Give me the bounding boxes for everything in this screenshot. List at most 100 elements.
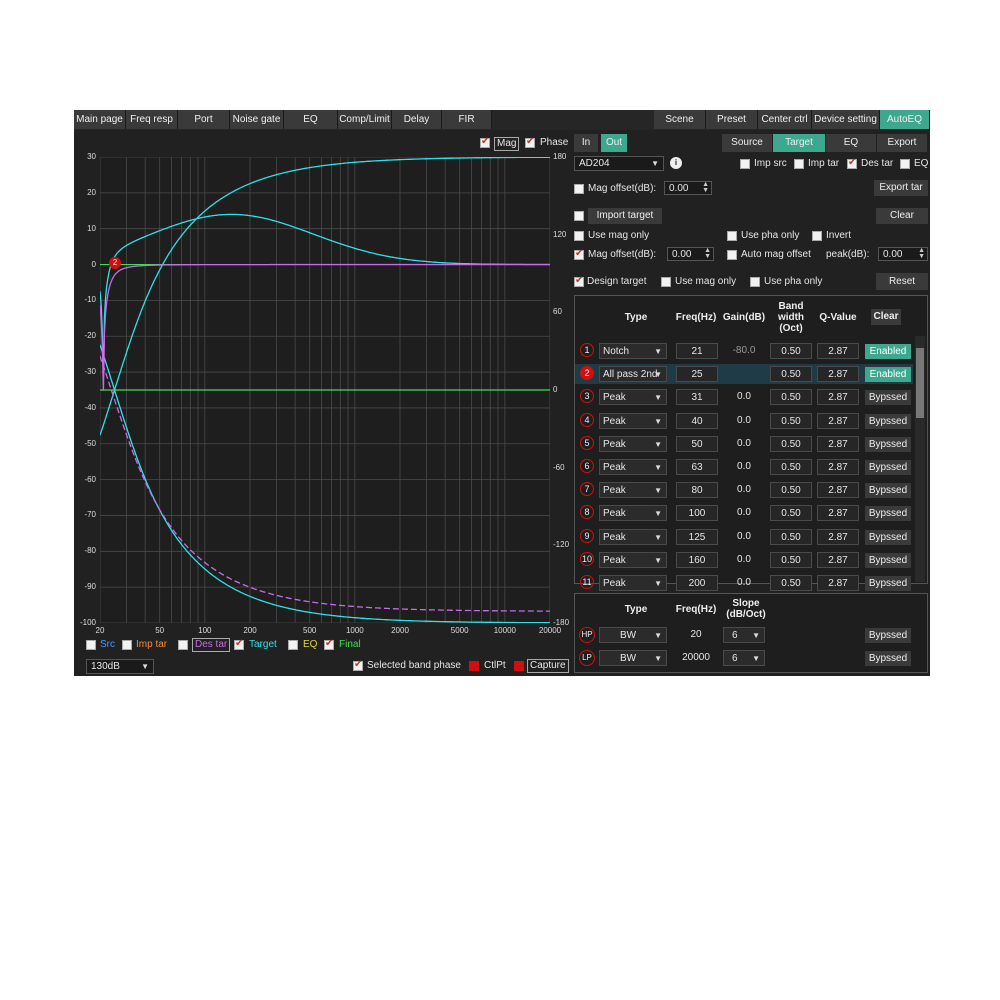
legend-final-checkbox[interactable] bbox=[324, 638, 334, 650]
band-bw-input[interactable]: 0.50 bbox=[770, 412, 812, 429]
import-target-button[interactable]: Import target bbox=[588, 208, 662, 224]
filter-status-button[interactable]: Bypssed bbox=[865, 628, 911, 643]
capture-checkbox[interactable] bbox=[514, 661, 524, 671]
band-row[interactable]: 8 Peak ▼ 100 0.0 0.50 2.87 Bypssed bbox=[575, 503, 913, 523]
band-row[interactable]: 10 Peak ▼ 160 0.0 0.50 2.87 Bypssed bbox=[575, 550, 913, 570]
band-type-select[interactable]: All pass 2nd ▼ bbox=[599, 366, 667, 383]
selected-band-phase-checkbox[interactable] bbox=[353, 659, 363, 671]
tab-scene[interactable]: Scene bbox=[654, 110, 706, 129]
tab-freq-resp[interactable]: Freq resp bbox=[126, 110, 178, 129]
band-freq-input[interactable]: 200 bbox=[676, 575, 718, 591]
frequency-response-plot[interactable]: 2 bbox=[99, 156, 551, 624]
band-status-button[interactable]: Bypssed bbox=[865, 390, 911, 406]
band-status-button[interactable]: Bypssed bbox=[865, 483, 911, 499]
mag-offset2-checkbox[interactable] bbox=[574, 248, 584, 260]
band-freq-input[interactable]: 160 bbox=[676, 551, 718, 568]
band-gain-value[interactable] bbox=[722, 366, 766, 382]
legend-imp-tar-checkbox[interactable] bbox=[122, 640, 132, 650]
spinner-icon[interactable]: ▲ ▼ bbox=[704, 247, 711, 260]
band-row[interactable]: 4 Peak ▼ 40 0.0 0.50 2.87 Bypssed bbox=[575, 411, 913, 431]
band-gain-value[interactable]: 0.0 bbox=[722, 482, 766, 498]
tab-autoeq[interactable]: AutoEQ bbox=[880, 110, 930, 129]
band-type-select[interactable]: Peak ▼ bbox=[599, 389, 667, 406]
filter-freq-input[interactable]: 20 bbox=[675, 627, 717, 643]
band-status-button[interactable]: Bypssed bbox=[865, 576, 911, 591]
band-q-input[interactable]: 2.87 bbox=[817, 482, 859, 499]
import-target-checkbox[interactable] bbox=[574, 211, 584, 221]
legend-eq-checkbox[interactable] bbox=[288, 640, 298, 650]
band-bw-input[interactable]: 0.50 bbox=[770, 482, 812, 499]
band-status-button[interactable]: Bypssed bbox=[865, 506, 911, 522]
band-bw-input[interactable]: 0.50 bbox=[770, 343, 812, 359]
band-freq-input[interactable]: 50 bbox=[676, 435, 718, 452]
out-button[interactable]: Out bbox=[601, 134, 627, 152]
band-q-input[interactable]: 2.87 bbox=[817, 551, 859, 568]
filter-type-select[interactable]: BW ▼ bbox=[599, 627, 667, 643]
use-pha-only2-checkbox[interactable] bbox=[750, 277, 760, 287]
band-type-select[interactable]: Peak ▼ bbox=[599, 435, 667, 452]
band-gain-value[interactable]: 0.0 bbox=[722, 436, 766, 452]
band-type-select[interactable]: Peak ▼ bbox=[599, 505, 667, 522]
in-button[interactable]: In bbox=[574, 134, 598, 152]
band-q-input[interactable]: 2.87 bbox=[817, 528, 859, 545]
band-type-select[interactable]: Peak ▼ bbox=[599, 412, 667, 429]
peak-input[interactable]: 0.00 ▲ ▼ bbox=[878, 247, 928, 261]
band-bw-input[interactable]: 0.50 bbox=[770, 389, 812, 406]
band-bw-input[interactable]: 0.50 bbox=[770, 366, 812, 383]
filter-row[interactable]: HP BW ▼ 20 6 ▼ Bypssed bbox=[575, 625, 927, 645]
band-q-input[interactable]: 2.87 bbox=[817, 389, 859, 406]
invert-checkbox[interactable] bbox=[812, 231, 822, 241]
band-type-select[interactable]: Notch ▼ bbox=[599, 343, 667, 359]
ctlpt-checkbox[interactable] bbox=[469, 661, 479, 671]
eq-checkbox[interactable] bbox=[900, 159, 910, 169]
band-type-select[interactable]: Peak ▼ bbox=[599, 482, 667, 499]
band-bw-input[interactable]: 0.50 bbox=[770, 459, 812, 475]
clear-bands-button[interactable]: Clear bbox=[871, 309, 901, 325]
band-row[interactable]: 9 Peak ▼ 125 0.0 0.50 2.87 Bypssed bbox=[575, 527, 913, 547]
export-tar-button[interactable]: Export tar bbox=[874, 180, 928, 196]
band-row[interactable]: 2 All pass 2nd ▼ 25 0.50 2.87 Enabled bbox=[575, 364, 913, 385]
band-gain-value[interactable]: 0.0 bbox=[722, 459, 766, 475]
tab-port[interactable]: Port bbox=[178, 110, 230, 129]
imp-tar-checkbox[interactable] bbox=[794, 159, 804, 169]
filter-slope-select[interactable]: 6 ▼ bbox=[723, 627, 765, 643]
use-pha-only-checkbox[interactable] bbox=[727, 231, 737, 241]
auto-mag-offset-checkbox[interactable] bbox=[727, 250, 737, 260]
tab-device-setting[interactable]: Device setting bbox=[812, 110, 880, 129]
use-mag-only2-checkbox[interactable] bbox=[661, 277, 671, 287]
band-2-marker[interactable]: 2 bbox=[109, 257, 121, 269]
filter-slope-select[interactable]: 6 ▼ bbox=[723, 650, 765, 666]
legend-src-checkbox[interactable] bbox=[86, 640, 96, 650]
tab-preset[interactable]: Preset bbox=[706, 110, 758, 129]
band-q-input[interactable]: 2.87 bbox=[817, 343, 859, 359]
phase-checkbox[interactable] bbox=[525, 136, 535, 148]
band-type-select[interactable]: Peak ▼ bbox=[599, 551, 667, 568]
reset-button[interactable]: Reset bbox=[876, 273, 928, 290]
tab-main-page[interactable]: Main page bbox=[74, 110, 126, 129]
tab-export[interactable]: Export bbox=[877, 134, 927, 152]
band-freq-input[interactable]: 80 bbox=[676, 482, 718, 499]
band-status-button[interactable]: Bypssed bbox=[865, 460, 911, 475]
band-freq-input[interactable]: 125 bbox=[676, 528, 718, 545]
band-gain-value[interactable]: 0.0 bbox=[722, 413, 766, 429]
band-status-button[interactable]: Bypssed bbox=[865, 413, 911, 429]
spinner-icon[interactable]: ▲ ▼ bbox=[918, 247, 925, 260]
filter-type-select[interactable]: BW ▼ bbox=[599, 650, 667, 666]
filter-row[interactable]: LP BW ▼ 20000 6 ▼ Bypssed bbox=[575, 648, 927, 668]
info-icon[interactable]: i bbox=[670, 157, 682, 169]
tab-noise-gate[interactable]: Noise gate bbox=[230, 110, 284, 129]
band-freq-input[interactable]: 100 bbox=[676, 505, 718, 522]
band-q-input[interactable]: 2.87 bbox=[817, 412, 859, 429]
band-freq-input[interactable]: 63 bbox=[676, 459, 718, 475]
tab-delay[interactable]: Delay bbox=[392, 110, 442, 129]
band-status-button[interactable]: Enabled bbox=[865, 344, 911, 359]
filter-status-button[interactable]: Bypssed bbox=[865, 651, 911, 666]
band-freq-input[interactable]: 21 bbox=[676, 343, 718, 359]
mag-checkbox[interactable] bbox=[480, 136, 490, 148]
band-bw-input[interactable]: 0.50 bbox=[770, 505, 812, 522]
imp-src-checkbox[interactable] bbox=[740, 159, 750, 169]
band-q-input[interactable]: 2.87 bbox=[817, 366, 859, 383]
band-gain-value[interactable]: 0.0 bbox=[722, 529, 766, 545]
band-status-button[interactable]: Enabled bbox=[865, 367, 911, 383]
device-select[interactable]: AD204 ▼ bbox=[574, 156, 664, 171]
